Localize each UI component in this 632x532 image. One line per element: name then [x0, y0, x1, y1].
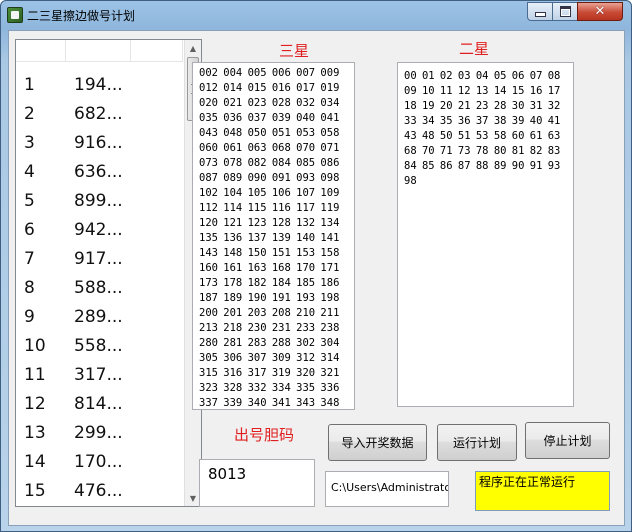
list-item-index: 7	[24, 248, 35, 269]
list-item-index: 8	[24, 277, 35, 298]
list-item-value: 317...	[74, 364, 123, 385]
path-field[interactable]: C:\Users\Administrato	[325, 471, 449, 507]
list-item[interactable]: 5 899...	[16, 186, 183, 215]
list-item[interactable]: 2 682...	[16, 99, 183, 128]
list-item-value: 170...	[74, 451, 123, 472]
list-item-value: 636...	[74, 161, 123, 182]
list-item[interactable]: 8 588...	[16, 273, 183, 302]
list-item-index: 11	[24, 364, 46, 385]
import-data-button[interactable]: 导入开奖数据	[328, 424, 427, 461]
list-item-index: 13	[24, 422, 46, 443]
list-item-value: 289...	[74, 306, 123, 327]
list-item[interactable]: 7 917...	[16, 244, 183, 273]
chuhao-label: 出号胆码	[234, 426, 295, 444]
list-item-value: 899...	[74, 190, 123, 211]
list-item[interactable]: 15 476...	[16, 476, 183, 505]
close-button[interactable]: ✕	[577, 2, 623, 21]
chuhao-input[interactable]: 8013	[199, 459, 315, 507]
list-item-value: 588...	[74, 277, 123, 298]
list-item-value: 917...	[74, 248, 123, 269]
list-item-index: 5	[24, 190, 35, 211]
list-item[interactable]: 10 558...	[16, 331, 183, 360]
minimize-icon	[534, 12, 546, 17]
client-area: 1 194... 2 682... 3 916... 4 636... 5 899... 6 942.…	[8, 30, 625, 526]
list-item-index: 12	[24, 393, 46, 414]
list-item[interactable]: 4 636...	[16, 157, 183, 186]
app-icon	[7, 7, 23, 23]
list-item-index: 10	[24, 335, 46, 356]
column-header-2[interactable]	[66, 40, 131, 62]
list-item-value: 299...	[74, 422, 123, 443]
list-item-index: 1	[24, 74, 35, 95]
sanxing-label: 三星	[279, 42, 310, 60]
maximize-button[interactable]	[552, 2, 578, 21]
list-item-value: 194...	[74, 74, 123, 95]
list-header	[16, 40, 183, 62]
list-item-index: 6	[24, 219, 35, 240]
plan-list[interactable]: 1 194... 2 682... 3 916... 4 636... 5 899... 6 942.…	[15, 39, 202, 507]
list-item-index: 14	[24, 451, 46, 472]
list-rows: 1 194... 2 682... 3 916... 4 636... 5 899... 6 942.…	[16, 70, 183, 505]
title-bar[interactable]: 二三星擦边做号计划 ✕	[1, 1, 631, 29]
column-header-1[interactable]	[16, 40, 66, 62]
close-icon: ✕	[594, 4, 606, 19]
list-item-index: 2	[24, 103, 35, 124]
status-box: 程序正在正常运行	[475, 471, 610, 511]
list-item-value: 682...	[74, 103, 123, 124]
list-item[interactable]: 3 916...	[16, 128, 183, 157]
minimize-button[interactable]	[527, 2, 553, 21]
list-item-value: 942...	[74, 219, 123, 240]
list-item[interactable]: 13 299...	[16, 418, 183, 447]
app-window: 二三星擦边做号计划 ✕ 1 194... 2 682... 3 916... 4 636...…	[0, 0, 632, 532]
window-title: 二三星擦边做号计划	[27, 9, 136, 23]
erxing-label: 二星	[459, 40, 490, 58]
list-item-value: 558...	[74, 335, 123, 356]
list-item[interactable]: 12 814...	[16, 389, 183, 418]
column-header-3[interactable]	[131, 40, 183, 62]
run-plan-button[interactable]: 运行计划	[437, 424, 517, 461]
list-item[interactable]: 11 317...	[16, 360, 183, 389]
sanxing-numbers-textbox[interactable]: 002 004 005 006 007 009 012 014 015 016 …	[192, 62, 355, 410]
stop-plan-button[interactable]: 停止计划	[525, 422, 610, 459]
list-item[interactable]: 14 170...	[16, 447, 183, 476]
list-item-index: 4	[24, 161, 35, 182]
list-item[interactable]: 1 194...	[16, 70, 183, 99]
list-item[interactable]: 9 289...	[16, 302, 183, 331]
maximize-icon	[559, 6, 571, 17]
list-item-index: 15	[24, 480, 46, 501]
list-item-value: 916...	[74, 132, 123, 153]
list-item-index: 3	[24, 132, 35, 153]
list-item[interactable]: 6 942...	[16, 215, 183, 244]
erxing-numbers-textbox[interactable]: 00 01 02 03 04 05 06 07 08 09 10 11 12 1…	[397, 62, 574, 407]
list-item-value: 476...	[74, 480, 123, 501]
list-item-index: 9	[24, 306, 35, 327]
list-item-value: 814...	[74, 393, 123, 414]
scroll-up-arrow-icon[interactable]: ▲	[185, 40, 201, 56]
